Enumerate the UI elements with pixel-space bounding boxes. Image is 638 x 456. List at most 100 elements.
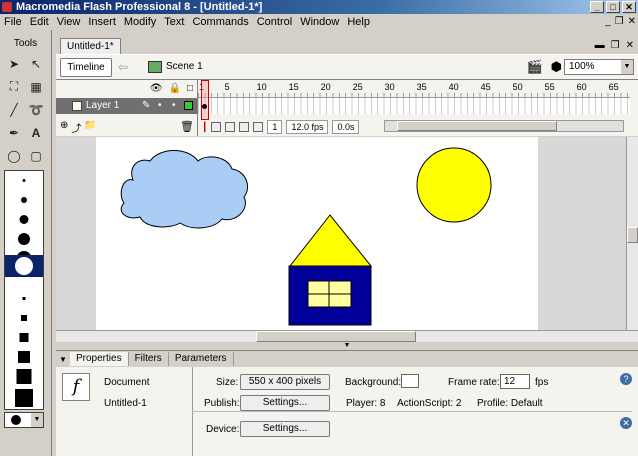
doc-restore-icon[interactable]: ❐ — [611, 40, 620, 51]
tab-properties[interactable]: Properties — [70, 352, 129, 366]
brush-size-3[interactable] — [19, 215, 29, 224]
back-arrow-icon[interactable]: ⇦ — [118, 60, 128, 74]
tab-filters[interactable]: Filters — [129, 352, 169, 366]
scroll-thumb[interactable] — [397, 121, 557, 131]
framerate-input[interactable]: 12 — [500, 374, 530, 389]
free-transform-tool-icon[interactable]: ⛶ — [4, 77, 24, 96]
menu-insert[interactable]: Insert — [84, 14, 120, 30]
onion-skin-icon[interactable] — [211, 122, 222, 132]
add-folder-icon[interactable]: 📁 — [84, 120, 96, 135]
document-tab[interactable]: Untitled-1* — [60, 38, 121, 54]
outline-color-box[interactable] — [184, 101, 193, 110]
doc-restore-icon[interactable]: ❐ — [615, 16, 624, 27]
menu-commands[interactable]: Commands — [188, 14, 252, 30]
lock-icon[interactable]: 🔒 — [169, 83, 181, 94]
title-bar: Macromedia Flash Professional 8 - [Untit… — [0, 0, 638, 14]
lasso-tool-icon[interactable]: ➰ — [26, 100, 46, 119]
stage[interactable] — [96, 137, 538, 330]
house-roof[interactable] — [288, 214, 373, 267]
oval-tool-icon[interactable]: ◯ — [4, 146, 24, 165]
brush-shape-square-5[interactable] — [16, 369, 32, 384]
visibility-dot[interactable]: • — [158, 98, 162, 114]
panel-splitter[interactable]: ▼ — [56, 342, 638, 350]
timeline-scrollbar[interactable] — [384, 120, 624, 132]
doc-minimize-icon[interactable]: _ — [605, 16, 611, 27]
lock-dot[interactable]: • — [172, 98, 176, 114]
menu-control[interactable]: Control — [253, 14, 296, 30]
brush-shape-square-4[interactable] — [18, 351, 30, 363]
timeline-button[interactable]: Timeline — [60, 58, 112, 77]
divider — [192, 411, 632, 412]
onion-outlines-icon[interactable] — [225, 122, 236, 132]
chevron-down-icon[interactable]: ▼ — [621, 60, 633, 74]
line-tool-icon[interactable]: ╱ — [4, 100, 24, 119]
brush-size-6[interactable] — [15, 257, 33, 275]
menu-file[interactable]: File — [0, 14, 26, 30]
menu-edit[interactable]: Edit — [26, 14, 53, 30]
center-frame-icon[interactable]: ┃ — [202, 122, 207, 133]
help-icon[interactable]: ? — [620, 373, 632, 385]
menu-view[interactable]: View — [53, 14, 85, 30]
brush-size-4[interactable] — [18, 233, 30, 245]
tab-parameters[interactable]: Parameters — [169, 352, 234, 366]
close-icon[interactable]: ✕ — [620, 417, 632, 429]
subselection-tool-icon[interactable]: ↖ — [26, 54, 46, 73]
edit-multiple-icon[interactable] — [239, 122, 250, 132]
outline-icon[interactable]: □ — [187, 83, 193, 94]
brush-size-1[interactable] — [22, 179, 26, 182]
menu-help[interactable]: Help — [343, 14, 374, 30]
frame-number: 10 — [256, 82, 267, 92]
doc-close-icon[interactable]: ✕ — [628, 16, 636, 27]
scroll-thumb[interactable] — [627, 227, 638, 243]
collapse-arrow-icon[interactable]: ▼ — [56, 355, 70, 364]
playhead[interactable] — [201, 80, 209, 120]
brush-shape-square-3[interactable] — [19, 333, 29, 342]
add-layer-icon[interactable]: ⊕ — [60, 120, 68, 135]
size-button[interactable]: 550 x 400 pixels — [240, 374, 330, 390]
rectangle-tool-icon[interactable]: ▢ — [26, 146, 46, 165]
close-button[interactable]: ✕ — [622, 1, 636, 13]
fill-transform-tool-icon[interactable]: ▦ — [26, 77, 46, 96]
frame-number: 60 — [576, 82, 587, 92]
text-tool-icon[interactable]: A — [26, 123, 46, 142]
minimize-button[interactable]: _ — [590, 1, 604, 13]
maximize-button[interactable]: □ — [606, 1, 620, 13]
edit-scene-icon[interactable]: 🎬 — [526, 59, 542, 75]
frames-panel: 1 5 10 15 20 25 30 35 40 45 50 55 60 65 ┃ 1 12.0 fps … — [198, 80, 638, 136]
layer-name: Layer 1 — [86, 100, 120, 111]
pen-tool-icon[interactable]: ✒ — [4, 123, 24, 142]
stage-horizontal-scrollbar[interactable] — [56, 330, 638, 342]
menu-text[interactable]: Text — [160, 14, 188, 30]
layer-row[interactable]: Layer 1 ✎ • • — [56, 98, 197, 114]
brush-size-panel[interactable] — [4, 170, 44, 410]
sun-shape[interactable] — [416, 147, 492, 223]
device-settings-button[interactable]: Settings... — [240, 421, 330, 437]
background-label: Background: — [345, 377, 402, 388]
add-guide-layer-icon[interactable]: ⤴ — [71, 120, 81, 135]
brush-size-2[interactable] — [21, 197, 27, 203]
keyframe[interactable] — [202, 104, 207, 109]
stage-vertical-scrollbar[interactable] — [626, 137, 638, 330]
onion-markers-icon[interactable] — [253, 122, 264, 132]
eye-icon[interactable]: 👁 — [150, 83, 163, 94]
frame-ruler[interactable]: 1 5 10 15 20 25 30 35 40 45 50 55 60 65 — [198, 80, 630, 98]
menu-window[interactable]: Window — [296, 14, 343, 30]
chevron-down-icon[interactable]: ▼ — [31, 413, 43, 427]
menu-modify[interactable]: Modify — [120, 14, 160, 30]
doc-close-icon[interactable]: ✕ — [626, 40, 634, 51]
brush-shape-square-2[interactable] — [21, 315, 27, 321]
cloud-shape[interactable] — [120, 150, 248, 229]
doc-minimize-icon[interactable]: ▬ — [595, 40, 605, 51]
brush-size-dropdown[interactable]: ▼ — [4, 412, 44, 428]
publish-settings-button[interactable]: Settings... — [240, 395, 330, 411]
edit-symbols-icon[interactable]: ⬢ — [551, 59, 562, 75]
background-color-swatch[interactable] — [401, 374, 419, 388]
brush-shape-square-6[interactable] — [15, 389, 33, 407]
selection-tool-icon[interactable]: ➤ — [4, 54, 24, 73]
frame-row[interactable] — [198, 98, 630, 114]
zoom-dropdown[interactable]: 100% ▼ — [564, 59, 634, 75]
scroll-thumb[interactable] — [256, 331, 416, 342]
tools-panel: Tools ➤ ↖ ⛶ ▦ ╱ ➰ ✒ A ◯ ▢ ✏ 🖌 ▼ — [0, 30, 52, 456]
brush-shape-square-1[interactable] — [22, 297, 26, 300]
trash-icon[interactable]: 🗑 — [180, 120, 194, 133]
